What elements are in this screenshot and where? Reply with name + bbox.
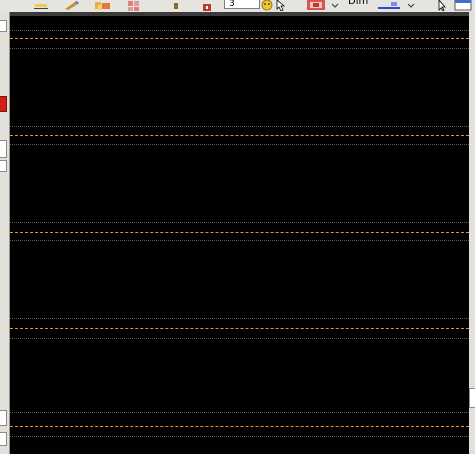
guide-dotted-line	[10, 318, 469, 319]
chevron-down-icon[interactable]	[406, 0, 416, 11]
underline-icon[interactable]	[32, 0, 50, 11]
guide-dotted-line	[10, 126, 469, 127]
cursor-icon[interactable]	[436, 0, 448, 11]
spin-input[interactable]: 3	[224, 0, 260, 9]
guide-dotted-line	[10, 30, 469, 31]
staff-guide	[10, 412, 469, 437]
panel-tab[interactable]	[0, 140, 7, 158]
panel-tab[interactable]	[0, 20, 7, 32]
grid-icon[interactable]	[124, 0, 144, 11]
scrollbar-thumb[interactable]	[469, 388, 475, 408]
staff-guide	[10, 126, 469, 150]
dim-label: Dim	[348, 0, 369, 7]
guide-dashed-line	[10, 38, 469, 39]
panel-tab[interactable]	[0, 160, 7, 172]
lock-icon[interactable]	[200, 0, 214, 11]
cursor-small-icon[interactable]	[170, 0, 182, 11]
staff-guide	[10, 222, 469, 246]
guide-dotted-line	[10, 240, 469, 241]
image-icon[interactable]	[304, 0, 328, 11]
record-indicator[interactable]	[0, 96, 7, 112]
dimension-icon[interactable]	[376, 0, 402, 11]
staff-guide	[10, 318, 469, 342]
panel-tab[interactable]	[0, 410, 7, 426]
window-icon[interactable]	[452, 0, 474, 11]
components-icon[interactable]	[92, 0, 114, 11]
right-scrollbar[interactable]	[469, 12, 475, 454]
guide-dashed-line	[10, 328, 469, 329]
panel-tab[interactable]	[0, 432, 7, 446]
guide-dotted-line	[10, 412, 469, 413]
pencil-icon[interactable]	[62, 0, 82, 11]
pointer-icon[interactable]	[274, 0, 288, 11]
guide-dotted-line	[10, 436, 469, 437]
guide-dotted-line	[10, 48, 469, 49]
guide-dotted-line	[10, 144, 469, 145]
guide-dotted-line	[10, 338, 469, 339]
staff-guide	[10, 30, 469, 54]
score-canvas[interactable]	[10, 16, 469, 454]
guide-dotted-line	[10, 222, 469, 223]
left-panel	[0, 12, 10, 454]
guide-dashed-line	[10, 135, 469, 136]
chevron-down-icon[interactable]	[330, 0, 340, 11]
smiley-icon[interactable]	[260, 0, 274, 11]
guide-dashed-line	[10, 232, 469, 233]
guide-dashed-line	[10, 426, 469, 427]
